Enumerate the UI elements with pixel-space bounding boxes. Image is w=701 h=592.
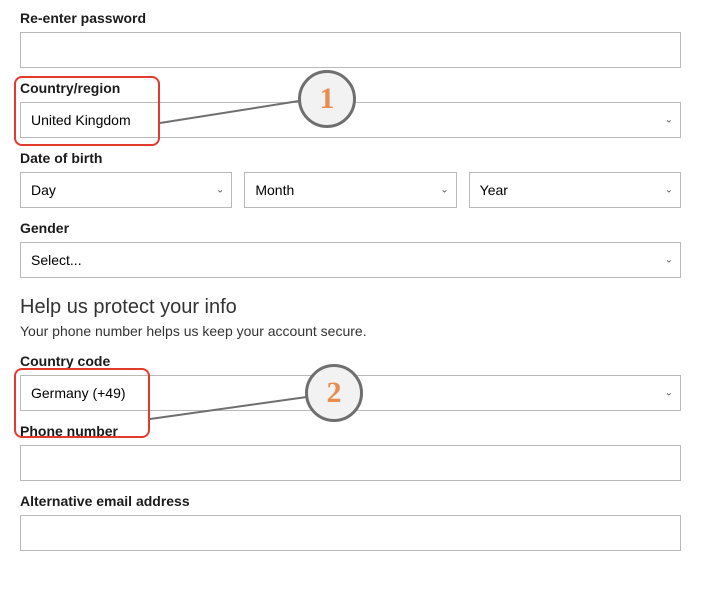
gender-select[interactable]: Select... xyxy=(20,242,681,278)
dob-label: Date of birth xyxy=(20,150,681,166)
dob-year-wrap: Year ⌄ xyxy=(469,172,681,208)
phone-number-input[interactable] xyxy=(20,445,681,481)
dob-month-select[interactable]: Month xyxy=(244,172,456,208)
country-code-select-wrap: Germany (+49) ⌄ xyxy=(20,375,681,411)
country-code-label: Country code xyxy=(20,353,681,369)
alt-email-group: Alternative email address xyxy=(20,493,681,551)
reenter-password-input[interactable] xyxy=(20,32,681,68)
protect-info-heading: Help us protect your info xyxy=(20,296,681,319)
phone-number-label: Phone number xyxy=(20,423,681,439)
country-code-select[interactable]: Germany (+49) xyxy=(20,375,681,411)
dob-month-wrap: Month ⌄ xyxy=(244,172,456,208)
alt-email-input[interactable] xyxy=(20,515,681,551)
dob-day-select[interactable]: Day xyxy=(20,172,232,208)
dob-group: Date of birth Day ⌄ Month ⌄ Year ⌄ xyxy=(20,150,681,208)
protect-info-sub: Your phone number helps us keep your acc… xyxy=(20,323,681,339)
country-region-label: Country/region xyxy=(20,80,681,96)
country-code-group: Country code Germany (+49) ⌄ xyxy=(20,353,681,411)
gender-select-wrap: Select... ⌄ xyxy=(20,242,681,278)
dob-year-select[interactable]: Year xyxy=(469,172,681,208)
dob-day-wrap: Day ⌄ xyxy=(20,172,232,208)
alt-email-label: Alternative email address xyxy=(20,493,681,509)
country-region-select[interactable]: United Kingdom xyxy=(20,102,681,138)
phone-number-group: Phone number xyxy=(20,423,681,481)
gender-group: Gender Select... ⌄ xyxy=(20,220,681,278)
gender-label: Gender xyxy=(20,220,681,236)
country-region-group: Country/region United Kingdom ⌄ xyxy=(20,80,681,138)
country-region-select-wrap: United Kingdom ⌄ xyxy=(20,102,681,138)
reenter-password-group: Re-enter password xyxy=(20,10,681,68)
reenter-password-label: Re-enter password xyxy=(20,10,681,26)
dob-row: Day ⌄ Month ⌄ Year ⌄ xyxy=(20,172,681,208)
